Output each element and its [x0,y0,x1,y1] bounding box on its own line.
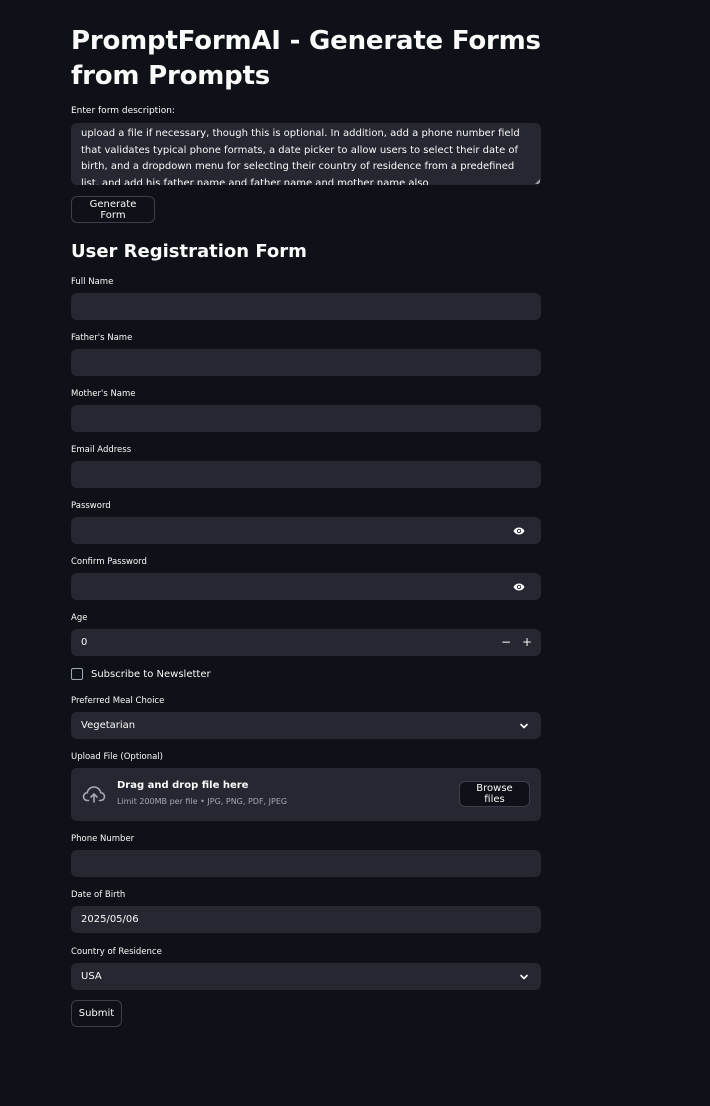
country-select[interactable]: USA [71,963,541,990]
father-name-label: Father's Name [71,333,133,343]
full-name-input[interactable] [71,293,541,320]
description-label: Enter form description: [71,106,175,116]
dob-label: Date of Birth [71,890,126,900]
confirm-password-input[interactable] [71,573,541,600]
file-dropzone[interactable]: Drag and drop file here Limit 200MB per … [71,768,541,821]
generate-form-button[interactable]: Generate Form [71,196,155,223]
eye-icon[interactable] [513,581,525,593]
resize-handle[interactable] [535,179,540,184]
decrement-button[interactable]: − [501,635,511,649]
age-number-input[interactable]: 0 − + [71,629,541,656]
page-title: PromptFormAI - Generate Forms from Promp… [71,26,541,91]
email-label: Email Address [71,445,132,455]
chevron-down-icon [520,723,528,729]
full-name-label: Full Name [71,277,114,287]
increment-button[interactable]: + [522,635,532,649]
dob-date-input[interactable]: 2025/05/06 [71,906,541,933]
dropzone-title: Drag and drop file here [117,780,249,791]
country-label: Country of Residence [71,947,162,957]
mother-name-input[interactable] [71,405,541,432]
phone-label: Phone Number [71,834,135,844]
submit-button[interactable]: Submit [71,1000,122,1027]
newsletter-checkbox[interactable] [71,668,83,680]
browse-files-button[interactable]: Browse files [459,781,530,807]
country-selected-value: USA [81,971,102,982]
form-title: User Registration Form [71,241,307,262]
mother-name-label: Mother's Name [71,389,136,399]
newsletter-row[interactable]: Subscribe to Newsletter [71,668,211,680]
meal-select[interactable]: Vegetarian [71,712,541,739]
newsletter-label[interactable]: Subscribe to Newsletter [91,669,211,680]
meal-label: Preferred Meal Choice [71,696,165,706]
eye-icon[interactable] [513,525,525,537]
chevron-down-icon [520,974,528,980]
age-label: Age [71,613,88,623]
dropzone-subtitle: Limit 200MB per file • JPG, PNG, PDF, JP… [117,797,288,806]
email-input[interactable] [71,461,541,488]
age-value: 0 [81,637,88,648]
phone-input[interactable] [71,850,541,877]
confirm-password-label: Confirm Password [71,557,147,567]
cloud-upload-icon [82,786,106,803]
description-textarea[interactable]: upload a file if necessary, though this … [71,123,541,185]
password-label: Password [71,501,111,511]
password-input[interactable] [71,517,541,544]
meal-selected-value: Vegetarian [81,720,136,731]
upload-label: Upload File (Optional) [71,752,163,762]
description-text: upload a file if necessary, though this … [81,128,520,185]
father-name-input[interactable] [71,349,541,376]
